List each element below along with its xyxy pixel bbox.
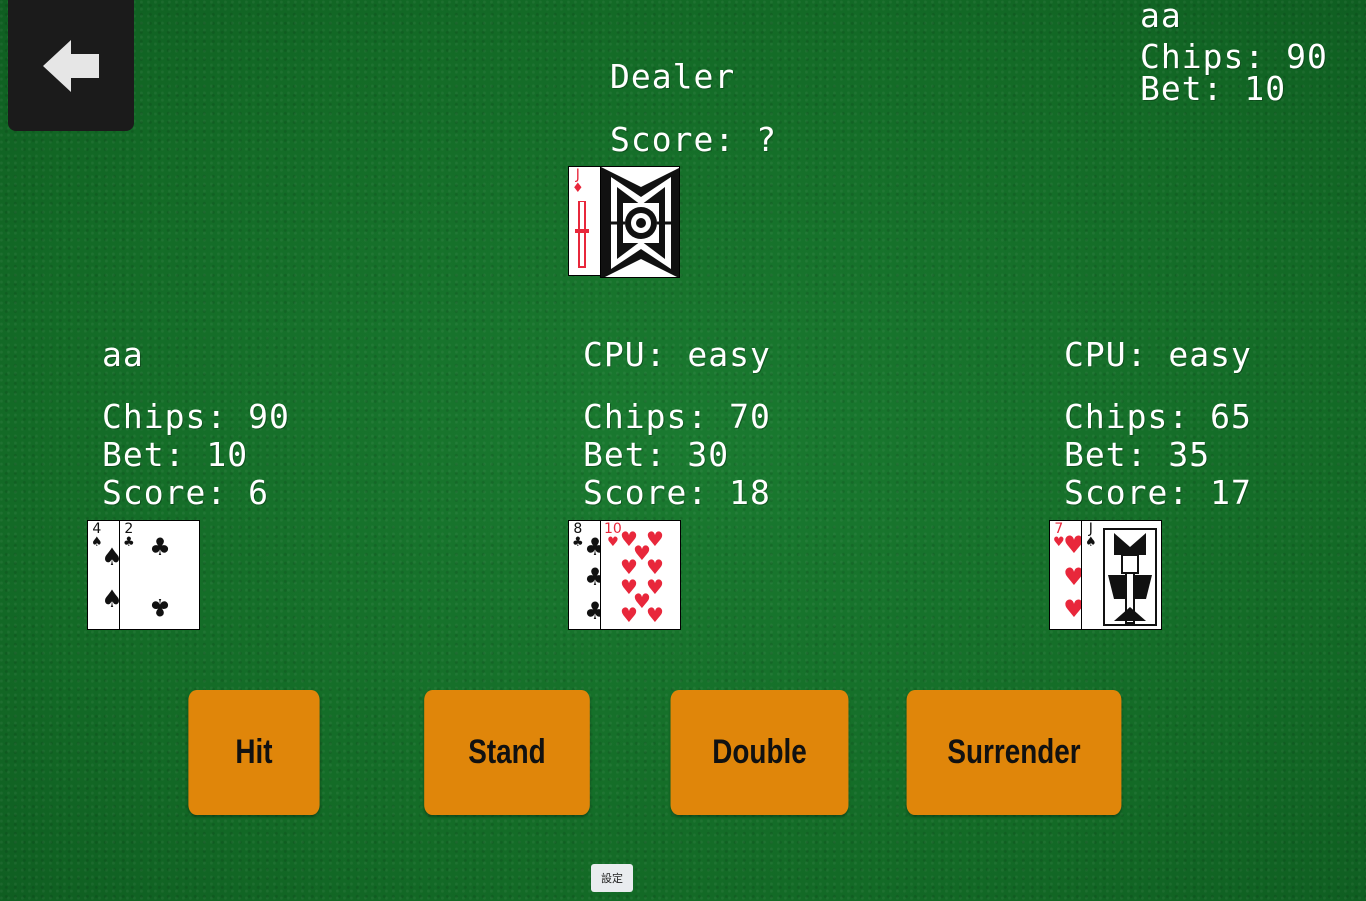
dealer-title: Dealer <box>610 57 736 96</box>
hit-button[interactable]: Hit <box>188 690 320 815</box>
player-3-chips: Chips: 65 <box>1064 397 1252 436</box>
settings-button[interactable]: 設定 <box>591 864 633 892</box>
double-button-label: Double <box>712 733 807 771</box>
stand-button[interactable]: Stand <box>424 690 590 815</box>
player-2-card-2: 10 ♥ ♥ ♥ ♥ ♥ ♥ ♥ ♥ ♥ ♥ ♥ <box>600 520 681 630</box>
player-1-score: Score: 6 <box>102 473 269 512</box>
top-player-name: aa <box>1140 0 1182 35</box>
back-arrow-icon <box>43 39 99 92</box>
surrender-button-label: Surrender <box>947 733 1081 771</box>
player-2-score: Score: 18 <box>583 473 771 512</box>
card-back-pattern-icon <box>601 167 679 277</box>
card-suit: ♣ <box>572 535 584 550</box>
heart-pip-icon: ♥ <box>620 603 638 627</box>
back-button[interactable] <box>8 0 134 131</box>
dealer-score: Score: ? <box>610 120 777 159</box>
jack-figure-icon <box>1103 528 1157 626</box>
player-1-card-2: 2 ♣ ♣ ♣ <box>119 520 200 630</box>
player-3-name: CPU: easy <box>1064 335 1252 374</box>
club-pip-icon: ♣ <box>149 593 171 621</box>
player-2-chips: Chips: 70 <box>583 397 771 436</box>
heart-pip-icon: ♥ <box>646 603 664 627</box>
card-suit: ♦ <box>572 181 584 196</box>
player-2-bet: Bet: 30 <box>583 435 730 474</box>
top-player-bet: Bet: 10 <box>1140 69 1287 108</box>
player-1-chips: Chips: 90 <box>102 397 290 436</box>
card-suit: ♣ <box>123 535 135 550</box>
card-suit: ♠ <box>1085 535 1097 550</box>
player-1-name: aa <box>102 335 144 374</box>
stand-button-label: Stand <box>468 733 546 771</box>
hit-button-label: Hit <box>235 733 273 771</box>
settings-button-label: 設定 <box>601 872 623 885</box>
player-2-name: CPU: easy <box>583 335 771 374</box>
player-3-score: Score: 17 <box>1064 473 1252 512</box>
double-button[interactable]: Double <box>670 690 849 815</box>
player-1-bet: Bet: 10 <box>102 435 249 474</box>
player-3-card-2: J ♠ <box>1081 520 1162 630</box>
player-3-bet: Bet: 35 <box>1064 435 1211 474</box>
surrender-button[interactable]: Surrender <box>906 690 1122 815</box>
dealer-card-back <box>600 166 680 278</box>
club-pip-icon: ♣ <box>149 533 171 561</box>
jack-figure-icon <box>575 201 589 268</box>
